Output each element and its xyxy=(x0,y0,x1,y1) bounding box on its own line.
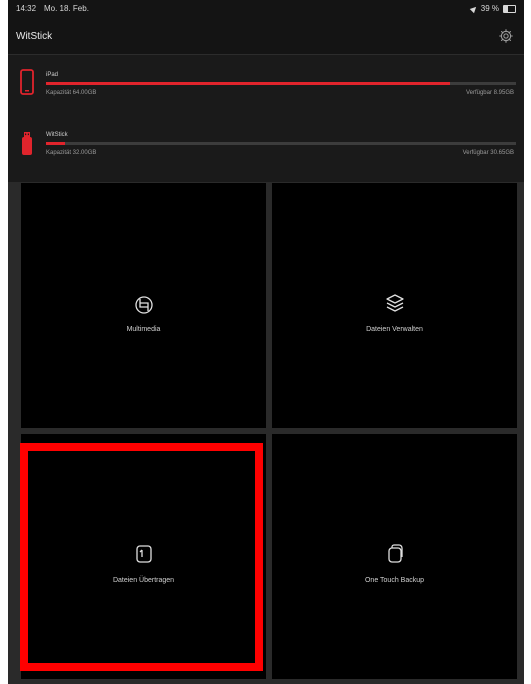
battery-icon xyxy=(503,4,516,13)
multimedia-icon xyxy=(134,296,153,314)
device-witstick: WitStick Kapazität 32.00GB Verfügbar 30.… xyxy=(8,123,524,173)
storage-bar-fill xyxy=(46,82,451,85)
device-capacity: Kapazität 32.00GB xyxy=(46,150,97,156)
layers-icon xyxy=(385,294,404,312)
device-ipad: iPad Kapazität 64.00GB Verfügbar 8.95GB xyxy=(8,61,524,111)
device-name: iPad xyxy=(46,72,59,78)
app-title: WitStick xyxy=(16,31,53,42)
tile-label: One Touch Backup xyxy=(364,577,425,584)
tile-label: Multimedia xyxy=(126,326,161,333)
tile-label: Dateien Übertragen xyxy=(112,577,175,584)
battery-percent: 39 % xyxy=(480,4,499,13)
tile-dateien-uebertragen[interactable]: Dateien Übertragen xyxy=(21,434,266,679)
ipad-icon xyxy=(20,69,34,95)
storage-bar xyxy=(46,82,516,85)
status-date: Mo. 18. Feb. xyxy=(44,4,89,13)
tile-dateien-verwalten[interactable]: Dateien Verwalten xyxy=(272,183,517,428)
backup-icon xyxy=(387,544,403,563)
device-available: Verfügbar 8.95GB xyxy=(465,90,514,96)
usb-stick-icon xyxy=(22,132,32,155)
storage-bar-fill xyxy=(46,142,65,145)
gear-icon[interactable] xyxy=(498,28,514,44)
location-icon xyxy=(469,4,479,13)
status-bar: 14:32 Mo. 18. Feb. 39 % xyxy=(8,0,524,18)
nav-bar: WitStick xyxy=(8,18,524,54)
transfer-icon xyxy=(135,545,152,563)
app-screen: 14:32 Mo. 18. Feb. 39 % WitStick iPad Ka xyxy=(8,0,524,684)
device-name: WitStick xyxy=(46,132,68,138)
status-right: 39 % xyxy=(469,4,516,13)
storage-panel: iPad Kapazität 64.00GB Verfügbar 8.95GB … xyxy=(8,54,524,182)
tile-one-touch-backup[interactable]: One Touch Backup xyxy=(272,434,517,679)
tile-label: Dateien Verwalten xyxy=(366,326,423,333)
device-available: Verfügbar 30.65GB xyxy=(462,150,514,156)
storage-bar xyxy=(46,142,516,145)
tile-multimedia[interactable]: Multimedia xyxy=(21,183,266,428)
device-capacity: Kapazität 64.00GB xyxy=(46,90,97,96)
status-time: 14:32 xyxy=(16,4,37,13)
